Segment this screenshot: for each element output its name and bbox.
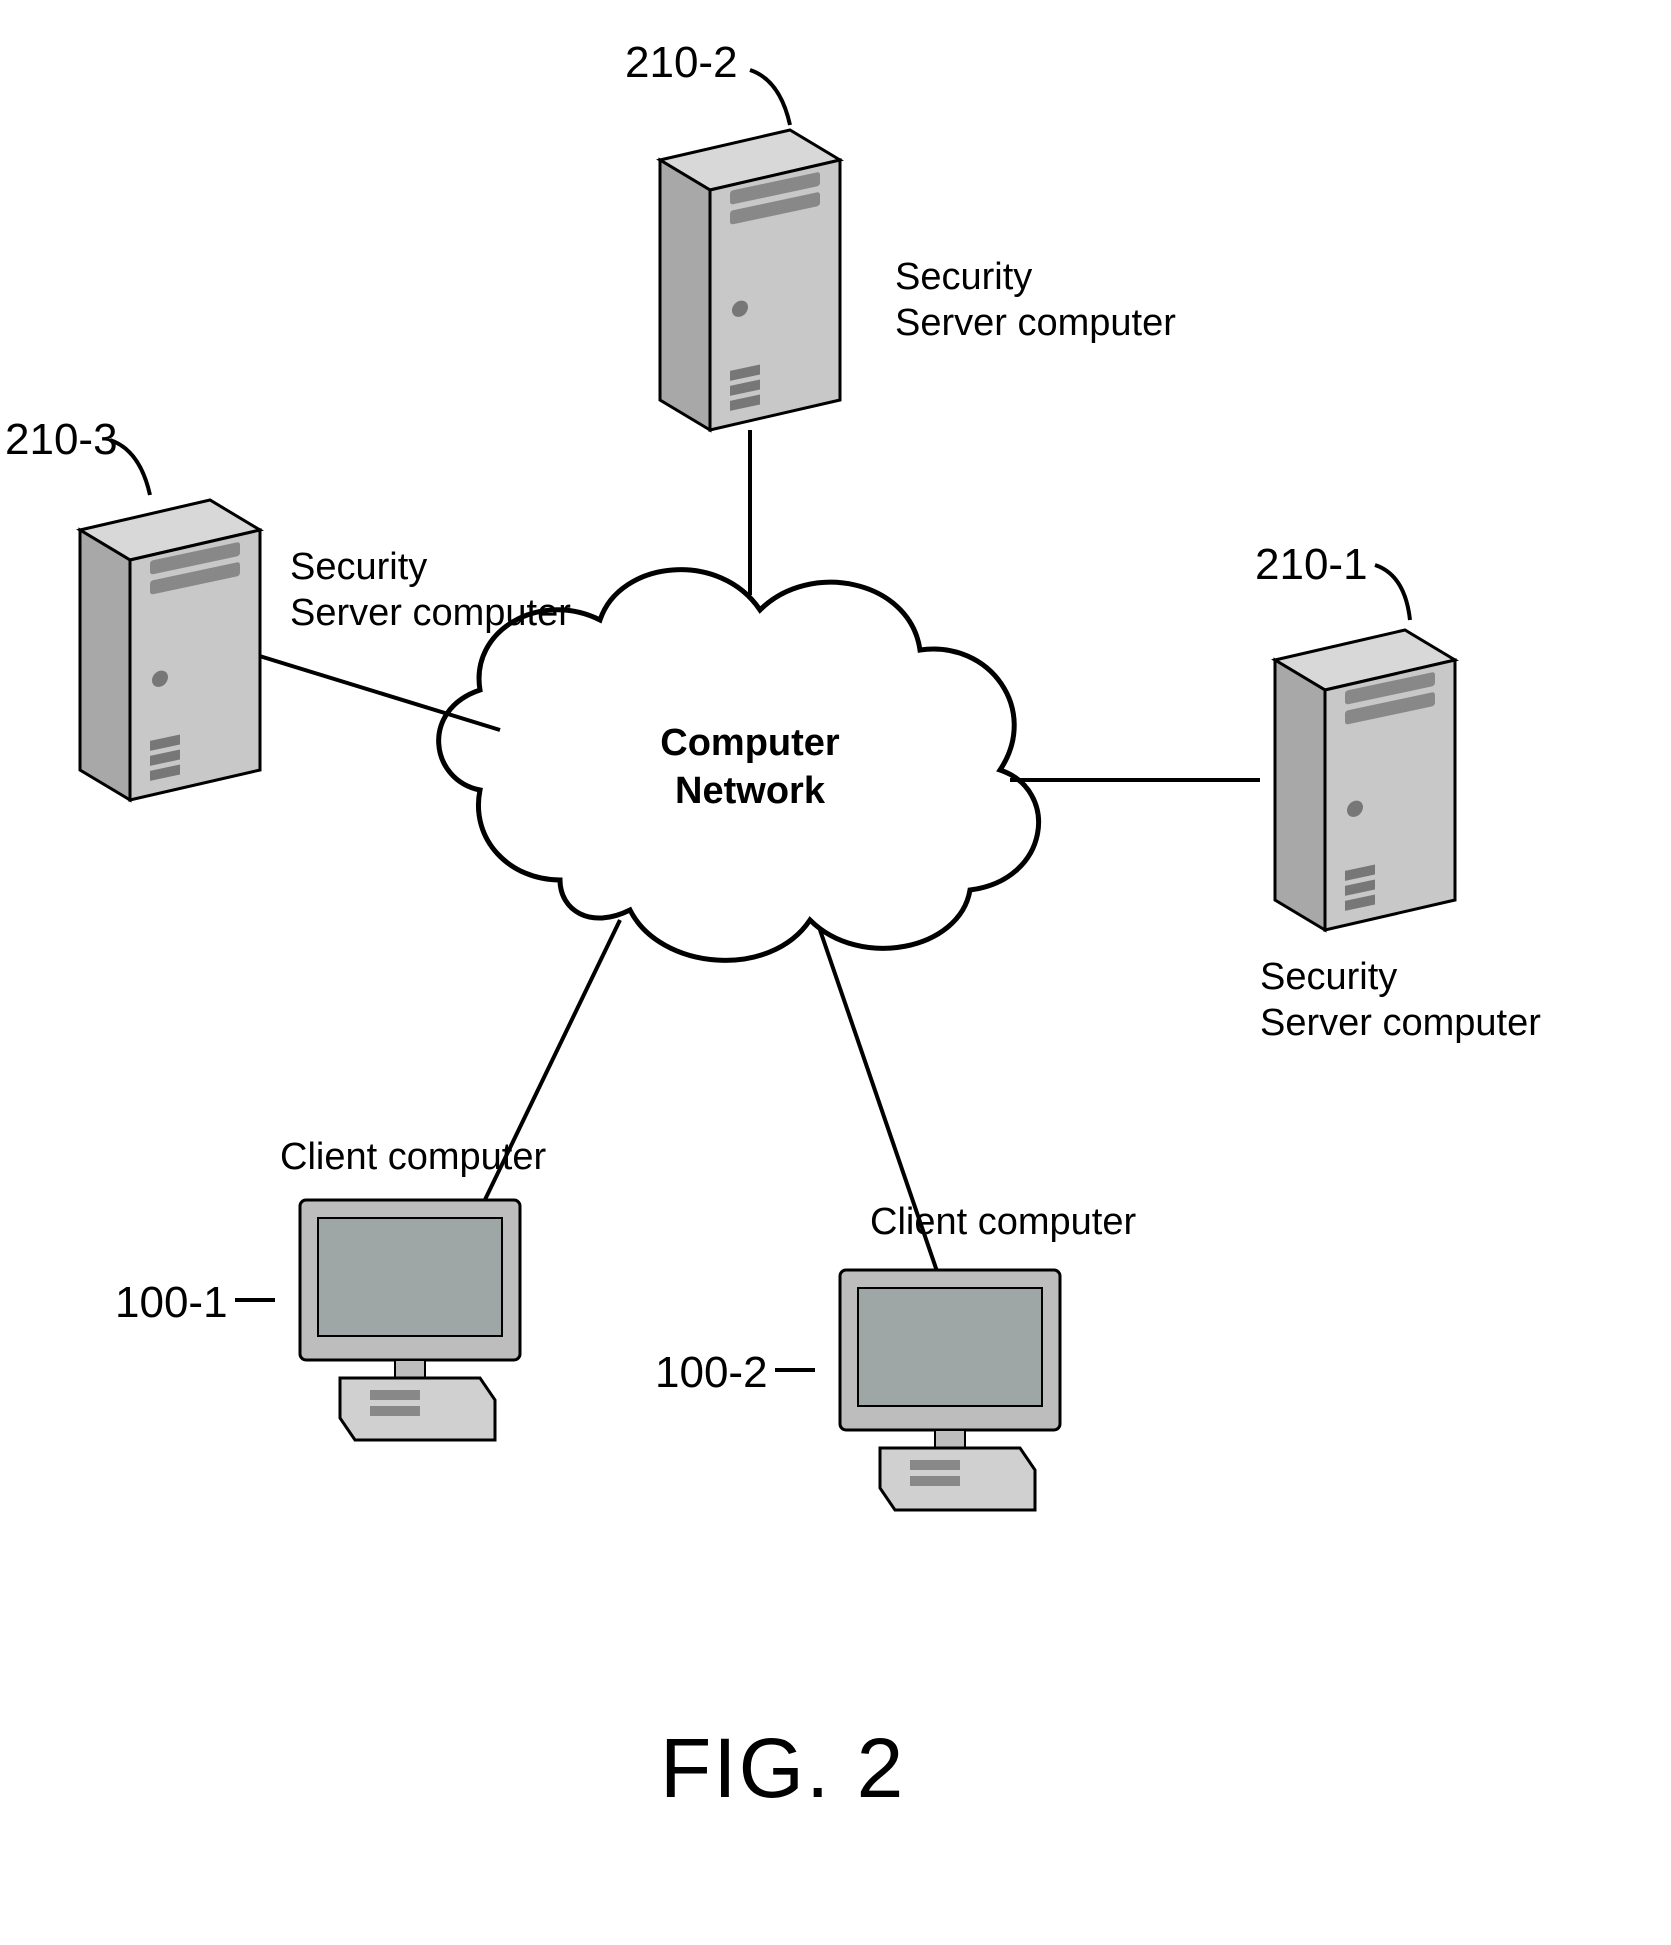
server-210-1 [1275,630,1455,930]
figure-caption: FIG. 2 [660,1720,905,1817]
label-100-1: Client computer [280,1135,546,1181]
label-210-2: Security Server computer [895,255,1176,346]
cloud-label-line2: Network [675,770,825,812]
cloud-label: Computer Network [640,720,860,815]
server-210-3 [80,500,260,800]
server-210-2 [660,130,840,430]
diagram-canvas: Computer Network 210-2 Security Server c… [0,0,1671,1945]
label-100-2: Client computer [870,1200,1136,1246]
ref-210-3: 210-3 [5,415,118,465]
ref-210-1: 210-1 [1255,540,1368,590]
ref-100-2: 100-2 [655,1348,768,1398]
cloud-label-line1: Computer [660,722,839,764]
label-210-1: Security Server computer [1260,955,1541,1046]
client-100-2 [840,1270,1060,1510]
ref-100-1: 100-1 [115,1278,228,1328]
label-210-3: Security Server computer [290,545,571,636]
ref-210-2: 210-2 [625,38,738,88]
client-100-1 [300,1200,520,1440]
